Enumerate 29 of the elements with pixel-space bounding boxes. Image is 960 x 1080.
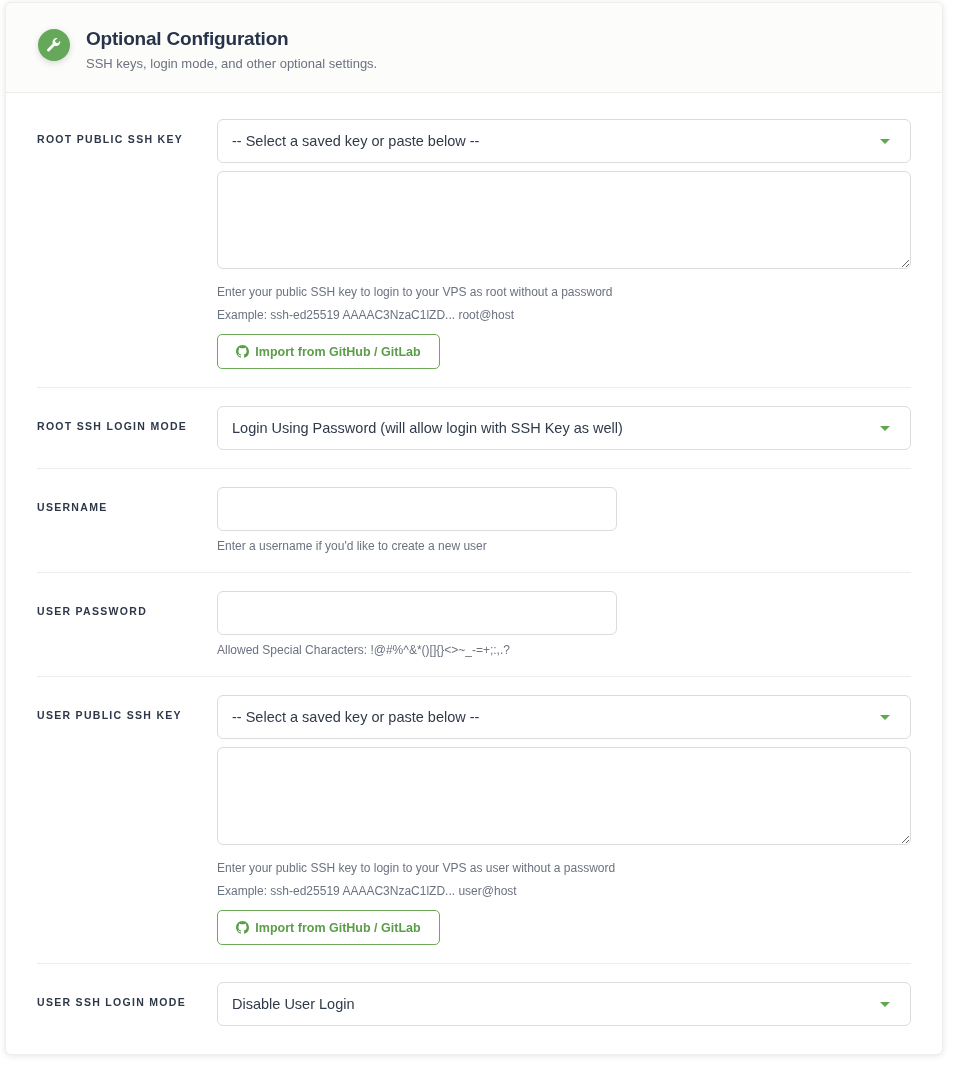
section-title: Optional Configuration <box>86 28 290 50</box>
help-text: Enter your public SSH key to login to your VPS as user without a password <box>217 860 616 876</box>
text-field[interactable] <box>217 487 617 531</box>
caret-icon <box>880 138 890 144</box>
help-text: Enter a username if you'd like to create a new user <box>217 538 487 554</box>
field-label: ROOT SSH LOGIN MODE <box>37 419 189 434</box>
section-subtitle: SSH keys, login mode, and other optional settings. <box>86 56 378 72</box>
help-text: Allowed Special Characters: !@#%^&*()[]{}<>~_-=+;:,.? <box>217 642 510 658</box>
key-textarea[interactable] <box>217 171 911 269</box>
dropdown-select[interactable]: Login Using Password (will allow login with SSH Key as well) <box>217 406 911 450</box>
help-text: Example: ssh-ed25519 AAAAC3NzaC1lZD... root@host <box>217 307 515 323</box>
field-label: USER SSH LOGIN MODE <box>37 995 187 1010</box>
wrench-icon <box>38 29 70 61</box>
caret-icon <box>880 425 890 431</box>
field-label: ROOT PUBLIC SSH KEY <box>37 132 185 147</box>
help-text: Example: ssh-ed25519 AAAAC3NzaC1lZD... user@host <box>217 883 518 899</box>
github-icon <box>236 345 250 358</box>
key-textarea[interactable] <box>217 747 911 845</box>
github-icon <box>236 921 250 934</box>
field-label: USER PUBLIC SSH KEY <box>37 708 183 723</box>
field-label: USER PASSWORD <box>37 604 149 619</box>
help-text: Enter your public SSH key to login to your VPS as root without a password <box>217 284 613 300</box>
dropdown-select[interactable]: Disable User Login <box>217 982 911 1026</box>
caret-icon <box>880 714 890 720</box>
dropdown-select[interactable]: -- Select a saved key or paste below -- <box>217 119 911 163</box>
dropdown-select[interactable]: -- Select a saved key or paste below -- <box>217 695 911 739</box>
text-field[interactable] <box>217 591 617 635</box>
caret-icon <box>880 1001 890 1007</box>
field-label: USERNAME <box>37 500 109 515</box>
